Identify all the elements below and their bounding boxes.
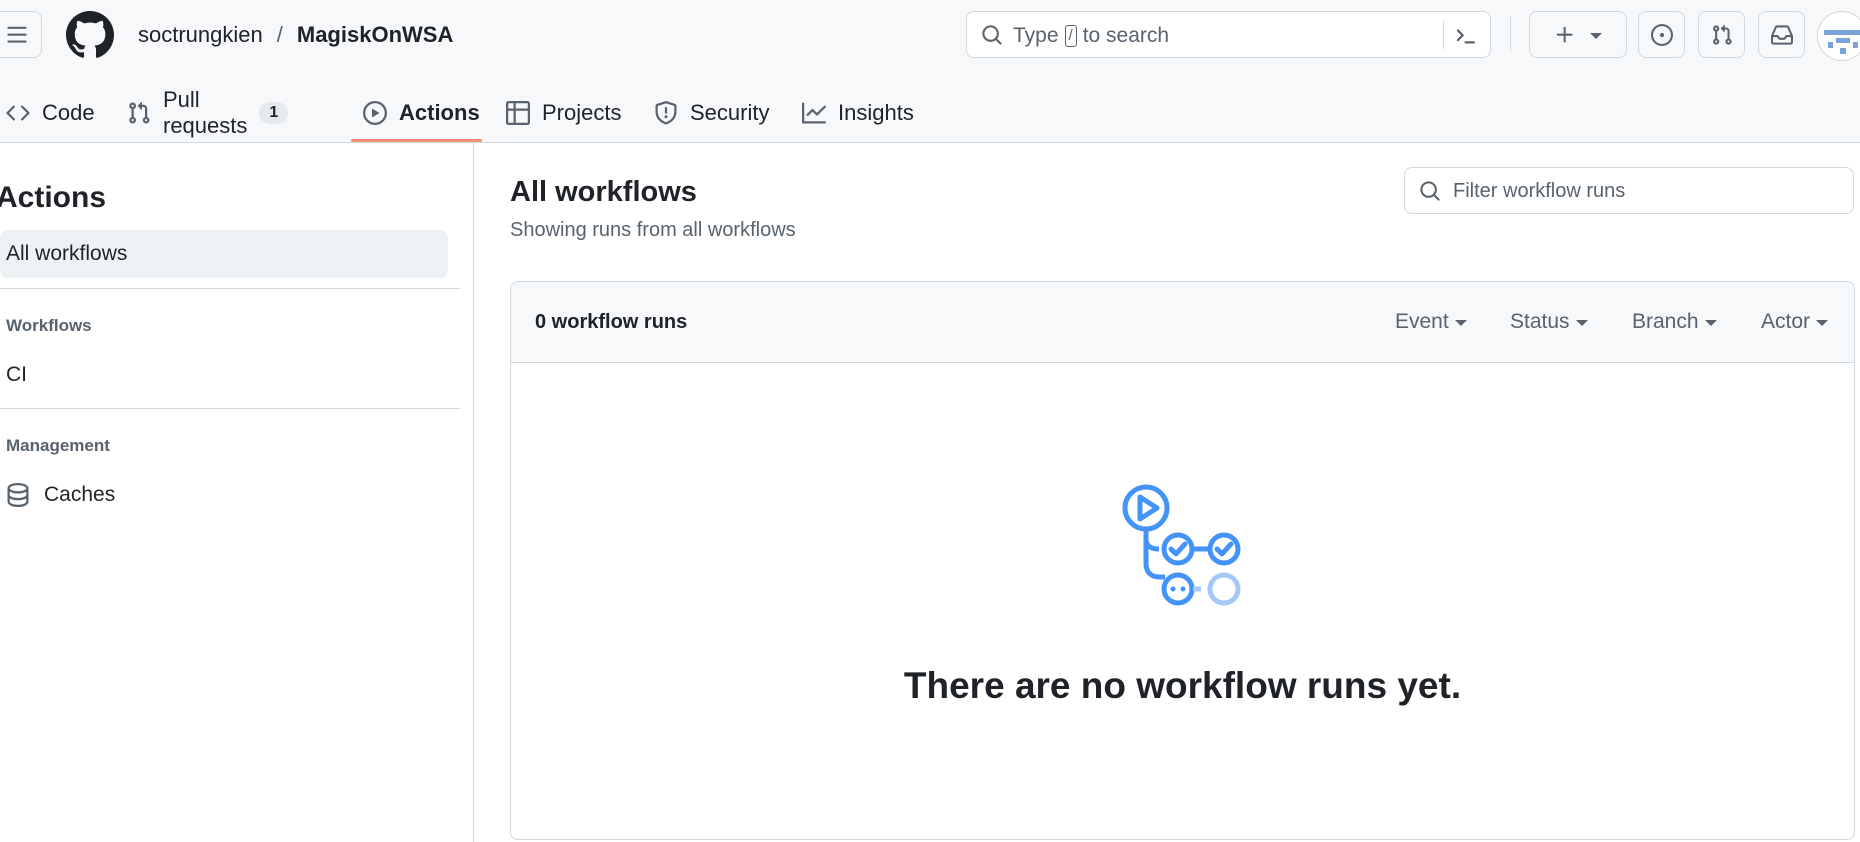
- triangle-down-icon: [1816, 320, 1829, 326]
- actor-filter-dropdown[interactable]: Actor: [1761, 310, 1829, 334]
- page-title: All workflows: [510, 176, 697, 208]
- tab-label: Security: [690, 100, 770, 125]
- search-placeholder: Type / to search: [1013, 24, 1169, 48]
- tab-label: Actions: [399, 100, 480, 125]
- header-divider: [1510, 17, 1511, 51]
- sidebar-item-ci[interactable]: CI: [6, 363, 27, 387]
- code-icon: [6, 105, 30, 121]
- tab-code[interactable]: Code: [6, 83, 95, 143]
- tab-pull-requests[interactable]: Pull requests 1: [127, 83, 289, 143]
- search-icon: [982, 25, 1002, 45]
- git-pull-request-icon: [129, 101, 150, 124]
- graph-icon: [802, 102, 826, 124]
- branch-filter-dropdown[interactable]: Branch: [1632, 310, 1717, 334]
- tab-projects[interactable]: Projects: [506, 83, 621, 143]
- avatar[interactable]: [1817, 11, 1860, 61]
- search-suffix: to search: [1082, 24, 1170, 47]
- hamburger-icon: [7, 26, 27, 43]
- breadcrumb-separator: /: [276, 22, 283, 47]
- repo-header: soctrungkien / MagiskOnWSA Type / to sea…: [0, 0, 1860, 143]
- search-input[interactable]: Type / to search: [966, 11, 1491, 58]
- database-icon: [7, 483, 29, 507]
- actions-sidebar: Actions All workflows Workflows CI Manag…: [0, 143, 474, 842]
- inbox-icon: [1770, 24, 1793, 45]
- create-new-button[interactable]: [1529, 11, 1627, 58]
- workflow-runs-header: 0 workflow runs Event Status Branch Acto…: [511, 282, 1854, 363]
- active-tab-underline: [351, 139, 482, 142]
- command-palette-icon[interactable]: [1454, 24, 1478, 48]
- tab-security[interactable]: Security: [654, 83, 769, 143]
- workflow-runs-count: 0 workflow runs: [535, 311, 688, 333]
- filter-label: Event: [1395, 310, 1449, 333]
- menu-button[interactable]: [0, 11, 42, 58]
- search-icon: [1420, 181, 1440, 201]
- filter-placeholder: Filter workflow runs: [1453, 180, 1626, 202]
- sidebar-item-label: CI: [6, 363, 27, 386]
- sidebar-title: Actions: [0, 181, 107, 214]
- sidebar-heading-workflows: Workflows: [6, 316, 92, 335]
- triangle-down-icon: [1575, 320, 1588, 326]
- filter-label: Actor: [1761, 310, 1811, 333]
- repo-name-link[interactable]: MagiskOnWSA: [297, 22, 453, 48]
- issue-opened-icon: [1650, 23, 1673, 46]
- shield-icon: [655, 101, 677, 125]
- pull-requests-button[interactable]: [1698, 11, 1745, 58]
- page-subtitle: Showing runs from all workflows: [510, 219, 796, 241]
- filter-label: Status: [1510, 310, 1570, 333]
- search-prefix: Type: [1013, 24, 1059, 47]
- workflow-illustration-icon: [1122, 484, 1241, 606]
- sidebar-divider: [0, 288, 460, 289]
- sidebar-divider: [0, 408, 460, 409]
- event-filter-dropdown[interactable]: Event: [1395, 310, 1467, 334]
- github-logo-icon[interactable]: [66, 11, 114, 59]
- pull-requests-count-badge: 1: [259, 102, 289, 124]
- sidebar-item-caches[interactable]: Caches: [6, 483, 115, 507]
- tab-label: Pull requests: [163, 87, 248, 138]
- breadcrumb: soctrungkien / MagiskOnWSA: [138, 22, 453, 48]
- git-pull-request-icon: [1712, 24, 1732, 45]
- filter-label: Branch: [1632, 310, 1699, 333]
- tab-label: Projects: [542, 100, 622, 125]
- tab-label: Code: [42, 100, 95, 125]
- plus-icon: [1556, 26, 1573, 43]
- workflow-runs-panel: 0 workflow runs Event Status Branch Acto…: [510, 281, 1855, 840]
- tab-actions[interactable]: Actions: [363, 83, 480, 143]
- repo-owner-link[interactable]: soctrungkien: [138, 22, 263, 48]
- sidebar-item-label: Caches: [44, 483, 116, 506]
- tab-insights[interactable]: Insights: [802, 83, 914, 143]
- sidebar-item-all-workflows[interactable]: All workflows: [0, 230, 448, 278]
- table-icon: [506, 101, 530, 125]
- play-icon: [363, 101, 387, 125]
- filter-workflow-runs-input[interactable]: Filter workflow runs: [1404, 167, 1854, 214]
- empty-state-message: There are no workflow runs yet.: [903, 665, 1462, 706]
- triangle-down-icon: [1590, 32, 1602, 39]
- tab-label: Insights: [838, 100, 914, 125]
- sidebar-item-label: All workflows: [6, 242, 128, 265]
- triangle-down-icon: [1454, 320, 1467, 326]
- search-divider: [1443, 21, 1444, 49]
- triangle-down-icon: [1704, 320, 1717, 326]
- issues-button[interactable]: [1638, 11, 1685, 58]
- search-shortcut-key: /: [1064, 25, 1077, 47]
- sidebar-heading-management: Management: [6, 436, 110, 455]
- identicon-avatar-icon: [1824, 30, 1860, 54]
- status-filter-dropdown[interactable]: Status: [1510, 310, 1588, 334]
- inbox-button[interactable]: [1758, 11, 1805, 58]
